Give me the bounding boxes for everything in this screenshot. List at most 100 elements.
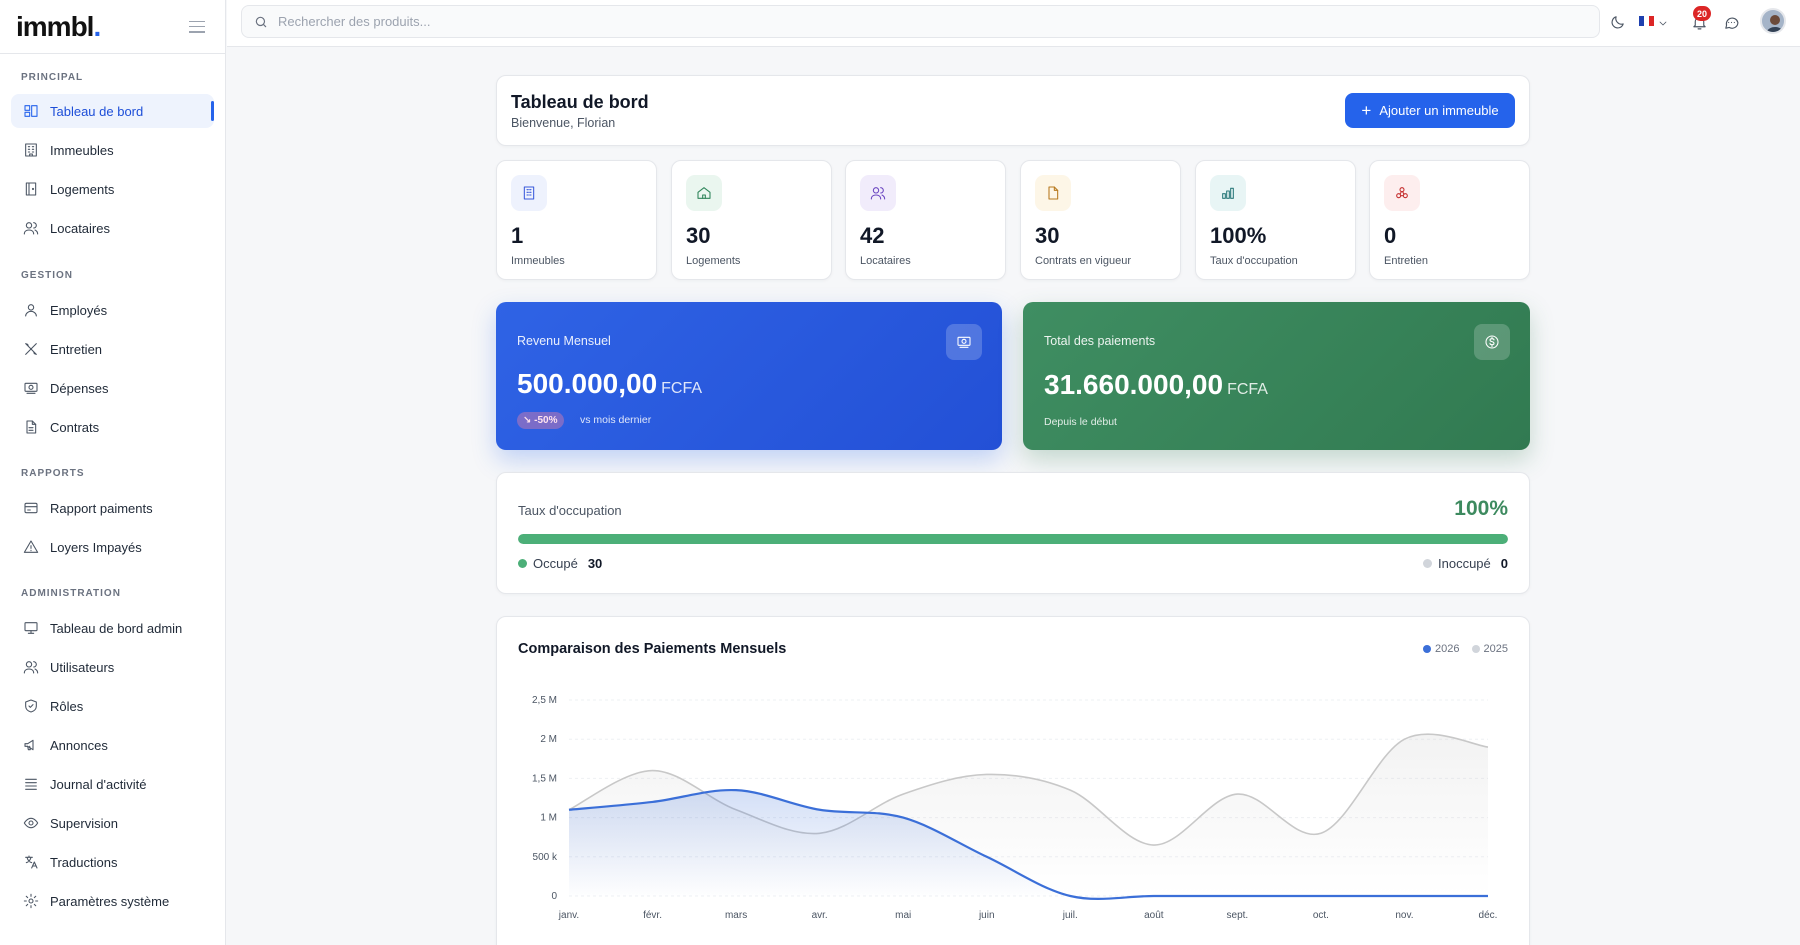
eye-icon [22, 814, 40, 832]
payments-comparison-chart-card: Comparaison des Paiements Mensuels 2026 … [496, 616, 1530, 945]
occupancy-card: Taux d'occupation 100% Occupé 30 Inoccup… [496, 472, 1530, 594]
kpi-value: 500.000,00 FCFA [517, 368, 703, 399]
sidebar-item-depenses[interactable]: Dépenses [11, 371, 214, 405]
occupancy-progress-fill [518, 534, 1508, 544]
add-building-label: Ajouter un immeuble [1379, 103, 1499, 118]
sidebar-item-label: Traductions [50, 854, 118, 870]
sidebar-item-label: Tableau de bord [50, 103, 144, 119]
sidebar-item-loyers-impayes[interactable]: Loyers Impayés [11, 530, 214, 564]
sidebar-item-entretien[interactable]: Entretien [11, 332, 214, 366]
sidebar-item-label: Contrats [50, 419, 100, 435]
topbar: 20 [227, 0, 1800, 47]
x-tick-label: juil. [1062, 910, 1078, 921]
sidebar-item-employes[interactable]: Employés [11, 293, 214, 327]
sidebar-item-roles[interactable]: Rôles [11, 689, 214, 723]
kpi-unit: FCFA [661, 380, 703, 397]
x-tick-label: janv. [558, 910, 579, 921]
vacant-value: 0 [1500, 556, 1508, 571]
sidebar-item-supervision[interactable]: Supervision [11, 806, 214, 840]
stat-value: 100% [1210, 223, 1267, 248]
stat-label: Immeubles [511, 255, 565, 267]
sidebar-item-parametres-systeme[interactable]: Paramètres système [11, 884, 214, 918]
vacant-dot [1423, 559, 1432, 568]
y-tick-label: 500 k [533, 852, 558, 863]
sidebar-item-label: Dépenses [50, 380, 109, 396]
stat-card-contrats[interactable]: 30 Contrats en vigueur [1020, 160, 1181, 280]
app-logo[interactable]: immbl. [16, 11, 101, 43]
sidebar-item-label: Journal d'activité [50, 776, 147, 792]
stat-card-locataires[interactable]: 42 Locataires [845, 160, 1006, 280]
sidebar-item-tableau-de-bord-admin[interactable]: Tableau de bord admin [11, 611, 214, 645]
flag-fr-icon[interactable] [1639, 16, 1654, 26]
x-tick-label: sept. [1227, 910, 1249, 921]
x-tick-label: déc. [1479, 910, 1498, 921]
monitor-icon [22, 619, 40, 637]
avatar[interactable] [1760, 8, 1786, 34]
moon-icon[interactable] [1607, 12, 1627, 32]
search-input[interactable] [278, 14, 1599, 29]
x-tick-label: avr. [812, 910, 828, 921]
bar-chart-icon [1210, 175, 1246, 211]
chat-icon[interactable] [1721, 12, 1741, 32]
users-icon [22, 658, 40, 676]
stat-card-logements[interactable]: 30 Logements [671, 160, 832, 280]
x-tick-label: août [1144, 910, 1164, 921]
x-tick-label: mars [725, 910, 747, 921]
occupied-label: Occupé [533, 556, 578, 571]
sidebar-item-annonces[interactable]: Annonces [11, 728, 214, 762]
sidebar-item-contrats[interactable]: Contrats [11, 410, 214, 444]
building-icon [511, 175, 547, 211]
occupancy-title: Taux d'occupation [518, 503, 622, 518]
stat-value: 30 [1035, 223, 1060, 248]
sidebar-item-traductions[interactable]: Traductions [11, 845, 214, 879]
sidebar-item-locataires[interactable]: Locataires [11, 211, 214, 245]
money-icon [22, 379, 40, 397]
page-title: Tableau de bord [511, 92, 649, 112]
tools-icon [22, 340, 40, 358]
kpi-unit: FCFA [1227, 381, 1268, 398]
search-icon [254, 15, 268, 34]
sidebar-item-label: Logements [50, 181, 115, 197]
add-building-button[interactable]: + Ajouter un immeuble [1345, 93, 1515, 128]
nav-section-gestion: GESTION [21, 270, 74, 281]
nav-section-principal: PRINCIPAL [21, 72, 84, 83]
kpi-value: 31.660.000,00 FCFA [1044, 369, 1268, 400]
sidebar-item-utilisateurs[interactable]: Utilisateurs [11, 650, 214, 684]
sidebar-item-label: Supervision [50, 815, 118, 831]
sidebar-item-logements[interactable]: Logements [11, 172, 214, 206]
vacant-label: Inoccupé [1438, 556, 1491, 571]
sidebar-item-label: Rôles [50, 698, 84, 714]
occupancy-percent: 100% [1454, 497, 1508, 520]
sidebar-item-tableau-de-bord[interactable]: Tableau de bord [11, 94, 214, 128]
occupancy-progress-bar [518, 534, 1508, 544]
home-icon [686, 175, 722, 211]
legend-occupied: Occupé 30 [518, 556, 602, 571]
x-tick-label: nov. [1395, 910, 1413, 921]
stat-card-immeubles[interactable]: 1 Immeubles [496, 160, 657, 280]
menu-toggle-icon[interactable] [189, 20, 205, 33]
stat-card-entretien[interactable]: 0 Entretien [1369, 160, 1530, 280]
total-payments-card[interactable]: Total des paiements 31.660.000,00 FCFA De… [1023, 302, 1530, 450]
stat-value: 30 [686, 223, 711, 248]
stat-card-taux-occupation[interactable]: 100% Taux d'occupation [1195, 160, 1356, 280]
chevron-down-icon[interactable] [1657, 13, 1669, 33]
stat-value: 42 [860, 223, 885, 248]
y-tick-label: 0 [551, 891, 557, 902]
building-icon [22, 141, 40, 159]
sidebar-item-journal-activite[interactable]: Journal d'activité [11, 767, 214, 801]
sidebar-item-label: Immeubles [50, 142, 114, 158]
sidebar-item-rapport-paiments[interactable]: Rapport paiments [11, 491, 214, 525]
credit-card-icon [22, 499, 40, 517]
sidebar-item-label: Utilisateurs [50, 659, 115, 675]
dashboard-icon [22, 102, 40, 120]
sidebar-item-label: Rapport paiments [50, 500, 153, 516]
page-subtitle: Bienvenue, Florian [511, 116, 616, 130]
sidebar-item-label: Employés [50, 302, 108, 318]
sidebar-item-label: Tableau de bord admin [50, 620, 183, 636]
monthly-revenue-card[interactable]: Revenu Mensuel 500.000,00 FCFA ↘ -50% vs … [496, 302, 1002, 450]
sidebar-item-label: Entretien [50, 341, 103, 357]
warning-icon [22, 538, 40, 556]
sidebar-item-label: Locataires [50, 220, 110, 236]
sidebar-item-immeubles[interactable]: Immeubles [11, 133, 214, 167]
list-icon [22, 775, 40, 793]
